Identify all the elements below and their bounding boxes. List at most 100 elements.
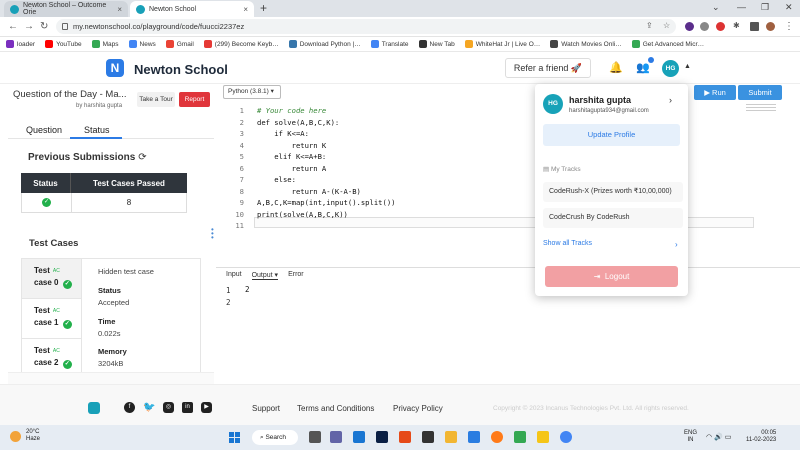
bookmark-item[interactable]: (299) Become Keyb… xyxy=(203,40,279,48)
weather-widget[interactable]: 20°C Haze xyxy=(10,429,40,443)
bookmark-item[interactable]: WhiteHat Jr | Live O… xyxy=(464,40,540,48)
newton-logo[interactable] xyxy=(88,402,100,414)
language-select[interactable]: Python (3.8.1) ▾ xyxy=(223,85,281,99)
teams-icon[interactable] xyxy=(330,431,342,443)
bookmark-item[interactable]: Gmail xyxy=(165,40,194,48)
office-icon[interactable] xyxy=(399,431,411,443)
update-profile-button[interactable]: Update Profile xyxy=(543,124,680,146)
sidepanel-icon[interactable] xyxy=(750,22,759,31)
new-tab-button[interactable]: + xyxy=(260,1,267,15)
weather-icon xyxy=(10,431,21,442)
test-case-item[interactable]: Test AC case 1 ✓ xyxy=(22,299,82,339)
clock[interactable]: 00:05 11-02-2023 xyxy=(746,430,776,444)
terms-link[interactable]: Terms and Conditions xyxy=(297,404,374,413)
track-item[interactable]: CodeRush-X (Prizes worth ₹10,00,000) xyxy=(543,182,683,202)
close-window-icon[interactable]: ✕ xyxy=(785,2,793,13)
run-button[interactable]: ▶ Run xyxy=(694,85,736,100)
back-icon[interactable]: ← xyxy=(8,21,18,32)
taskbar-search[interactable]: ⌕ Search xyxy=(252,430,298,445)
forward-icon[interactable]: → xyxy=(24,21,34,32)
show-all-tracks-link[interactable]: Show all Tracks xyxy=(543,240,592,247)
tab-status[interactable]: Status xyxy=(84,125,110,135)
track-item[interactable]: CodeCrush By CodeRush xyxy=(543,208,683,228)
firefox-icon[interactable] xyxy=(491,431,503,443)
report-button[interactable]: Report xyxy=(179,92,210,107)
dropbox-icon[interactable] xyxy=(353,431,365,443)
chevron-right-icon[interactable]: › xyxy=(669,95,672,105)
app-icon[interactable] xyxy=(468,431,480,443)
line-number: 4 xyxy=(239,140,244,150)
photoshop-icon[interactable] xyxy=(376,431,388,443)
bookmark-favicon-icon xyxy=(418,40,427,48)
bookmark-item[interactable]: Translate xyxy=(370,40,409,48)
reload-icon[interactable]: ↻ xyxy=(40,21,48,32)
logout-button[interactable]: ⇥ Logout xyxy=(545,266,678,287)
community-icon[interactable]: 👥 xyxy=(636,57,654,74)
test-case-item[interactable]: Test AC case 0 ✓ xyxy=(22,259,82,299)
drive-icon[interactable] xyxy=(514,431,526,443)
facebook-icon[interactable]: f xyxy=(124,402,135,413)
test-case-item[interactable]: Test AC case 2 ✓ xyxy=(22,339,82,372)
privacy-link[interactable]: Privacy Policy xyxy=(393,404,443,413)
language-indicator[interactable]: ENG IN xyxy=(684,430,697,444)
caret-up-icon[interactable]: ▲ xyxy=(684,63,691,70)
extension-icon[interactable] xyxy=(685,22,694,31)
url-input[interactable]: my.newtonschool.co/playground/code/fuucc… xyxy=(56,19,676,34)
browser-tab[interactable]: Newton School – Outcome Orie × xyxy=(4,1,128,17)
bookmark-item[interactable]: New Tab xyxy=(418,40,455,48)
twitter-icon[interactable]: 🐦 xyxy=(143,402,155,413)
bookmark-item[interactable]: loader xyxy=(6,40,35,48)
tab-search-icon[interactable]: ⌄ xyxy=(712,2,720,13)
extension-icon[interactable] xyxy=(700,22,709,31)
close-icon[interactable]: × xyxy=(243,5,248,14)
bookmark-item[interactable]: Get Advanced Micr… xyxy=(631,40,704,48)
extension-icon[interactable] xyxy=(716,22,725,31)
submit-button[interactable]: Submit xyxy=(738,85,782,100)
tab-error[interactable]: Error xyxy=(288,271,304,280)
minimap[interactable] xyxy=(746,104,786,114)
question-title: Question of the Day - Ma... xyxy=(13,89,127,100)
instagram-icon[interactable]: ◎ xyxy=(163,402,174,413)
bookmark-item[interactable]: News xyxy=(128,40,156,48)
bookmark-item[interactable]: Watch Movies Onli… xyxy=(550,40,622,48)
close-icon[interactable]: × xyxy=(117,5,122,14)
puzzle-extensions-icon[interactable]: ✱ xyxy=(733,21,740,30)
bookmark-item[interactable]: Download Python |… xyxy=(288,40,361,48)
app-icon[interactable] xyxy=(422,431,434,443)
refresh-icon[interactable]: ⟳ xyxy=(138,152,146,163)
status-label: Status xyxy=(98,286,121,295)
windows-start-icon[interactable] xyxy=(229,432,240,443)
bookmark-item[interactable]: YouTube xyxy=(45,40,82,48)
file-explorer-icon[interactable] xyxy=(445,431,457,443)
support-link[interactable]: Support xyxy=(252,404,280,413)
horizontal-scrollbar[interactable] xyxy=(8,372,214,384)
newton-logo[interactable]: N xyxy=(106,59,124,77)
tab-output[interactable]: Output ▾ xyxy=(251,271,279,280)
menu-icon[interactable]: ⋮ xyxy=(784,21,794,32)
youtube-icon[interactable]: ▶ xyxy=(201,402,212,413)
restore-icon[interactable]: ❐ xyxy=(761,2,769,13)
tab-input[interactable]: Input xyxy=(226,271,242,280)
bookmark-star-icon[interactable]: ☆ xyxy=(663,21,670,30)
take-tour-button[interactable]: Take a Tour xyxy=(137,92,175,107)
bookmark-item[interactable]: Maps xyxy=(91,40,119,48)
profile-icon[interactable] xyxy=(766,22,775,31)
avatar[interactable]: HG xyxy=(662,60,679,77)
drag-handle-icon[interactable]: • • • xyxy=(211,226,214,242)
column-passed: Test Cases Passed xyxy=(93,178,165,188)
bell-icon[interactable]: 🔔 xyxy=(609,61,623,74)
table-row[interactable]: ✓ 8 xyxy=(21,193,187,213)
profile-name[interactable]: harshita gupta xyxy=(569,95,631,105)
task-view-icon[interactable] xyxy=(309,431,321,443)
browser-tab-active[interactable]: Newton School × xyxy=(130,1,254,17)
brand-name[interactable]: Newton School xyxy=(134,62,228,77)
app-icon[interactable] xyxy=(537,431,549,443)
tab-question[interactable]: Question xyxy=(26,125,62,135)
refer-friend-button[interactable]: Refer a friend 🚀 xyxy=(505,58,591,78)
system-tray-icons[interactable]: ◠ 🔊 ▭ xyxy=(706,433,731,441)
linkedin-icon[interactable]: in xyxy=(182,402,193,413)
chrome-icon[interactable] xyxy=(560,431,572,443)
share-icon[interactable]: ⇪ xyxy=(646,21,653,30)
minimize-icon[interactable]: — xyxy=(737,2,746,12)
chevron-right-icon[interactable]: › xyxy=(675,240,678,249)
